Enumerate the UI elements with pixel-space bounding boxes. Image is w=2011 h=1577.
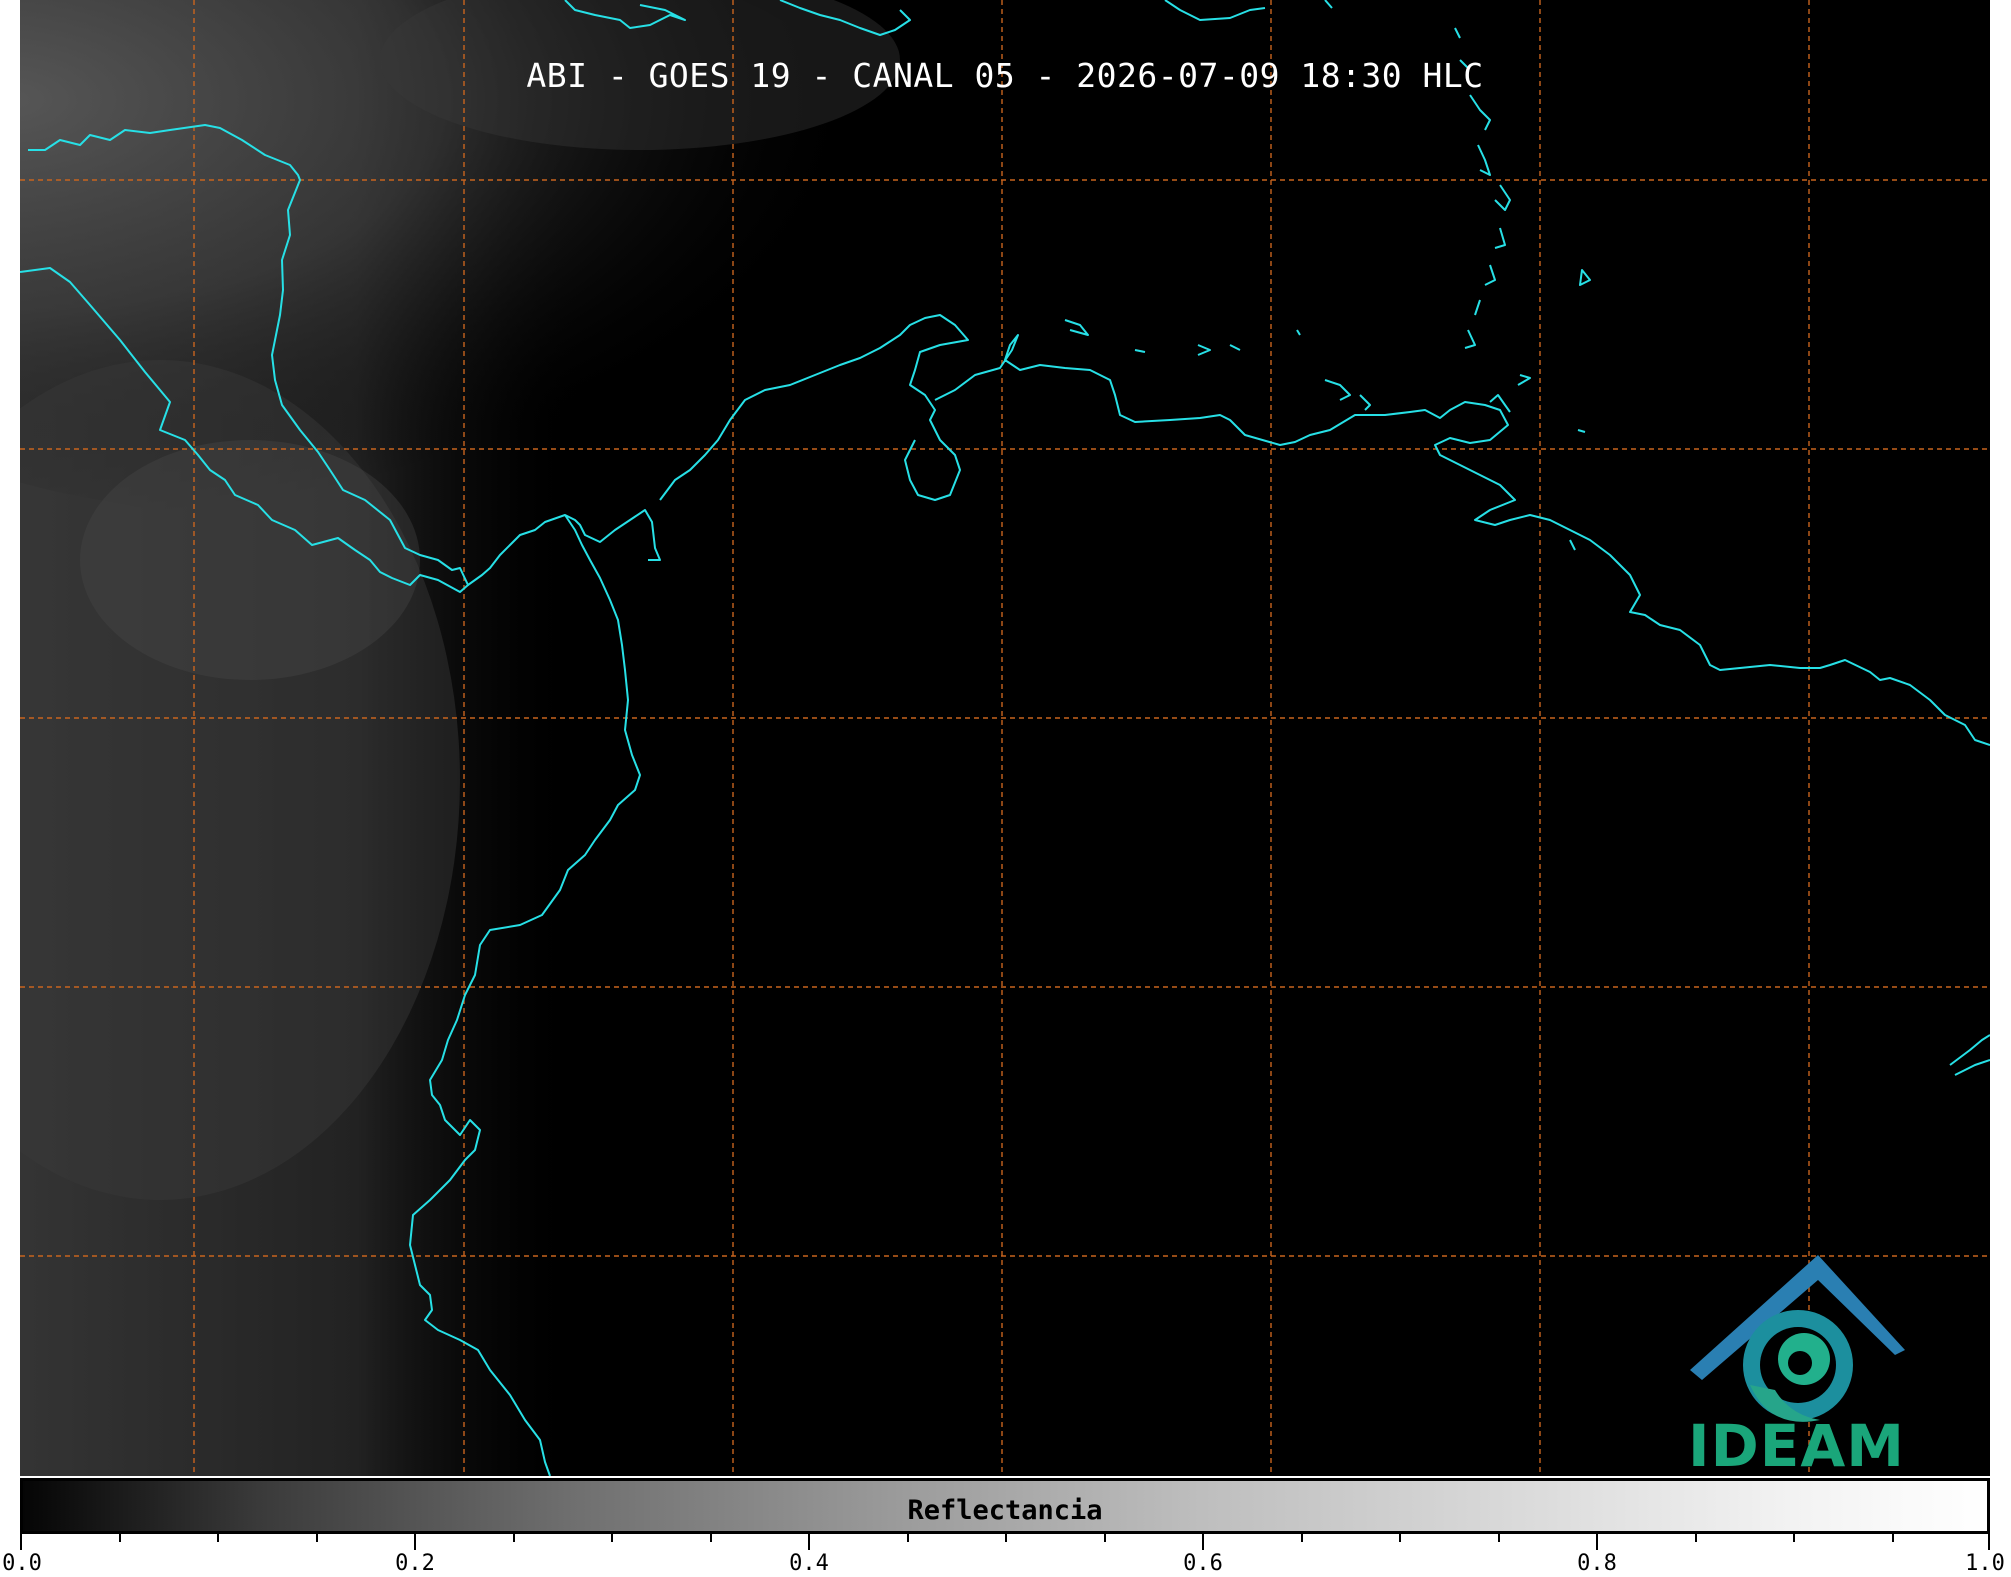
island-abc: [1064, 319, 1371, 411]
colorbar-tick-label: 1.0: [1965, 1551, 2005, 1576]
colorbar-label: Reflectancia: [907, 1495, 1103, 1526]
colorbar-ticks: [20, 1534, 1990, 1550]
ideam-logo-text: IDEAM: [1688, 1412, 1905, 1480]
coastline-guyana-east: [1949, 1034, 1990, 1076]
colorbar-tick-label: 0.8: [1577, 1551, 1617, 1576]
satellite-map: ABI - GOES 19 - CANAL 05 - 2026-07-09 18…: [20, 0, 1990, 1476]
colorbar-tick-label: 0.0: [2, 1551, 42, 1576]
map-canvas: [20, 0, 1990, 1476]
colorbar-tick-label: 0.2: [395, 1551, 435, 1576]
coastline-venezuela: [934, 334, 1990, 746]
map-title: ABI - GOES 19 - CANAL 05 - 2026-07-09 18…: [526, 56, 1484, 95]
colorbar: Reflectancia: [20, 1478, 1990, 1534]
colorbar-tick-label: 0.6: [1183, 1551, 1223, 1576]
ideam-logo-icon: [1690, 1255, 1905, 1422]
colorbar-tick-label: 0.4: [789, 1551, 829, 1576]
